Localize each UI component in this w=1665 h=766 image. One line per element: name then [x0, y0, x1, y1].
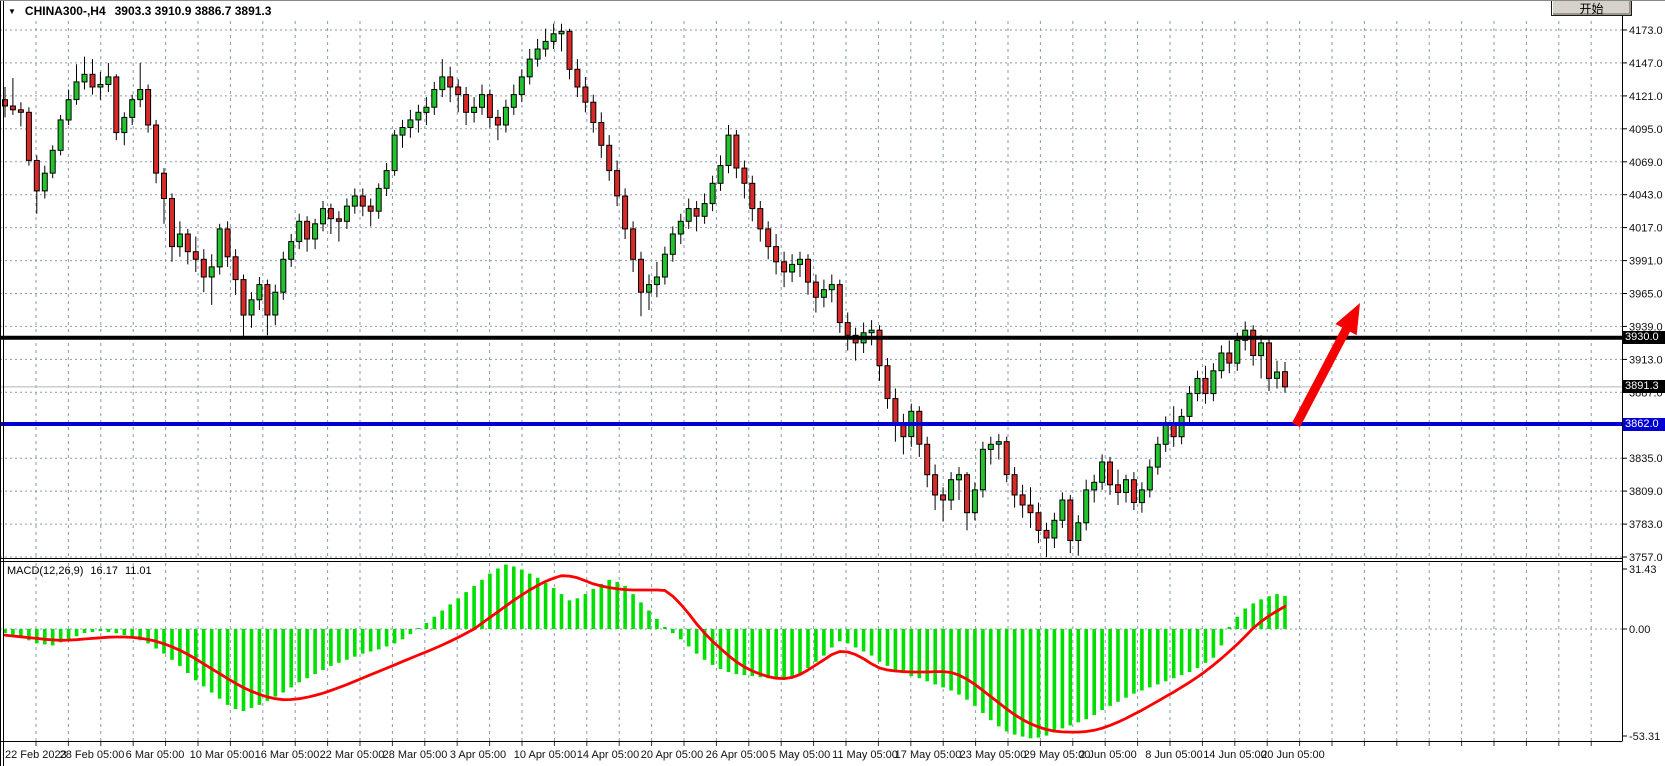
time-tick-label: 5 May 05:00 — [770, 749, 831, 761]
price-label-current-price: 3891.3 — [1623, 380, 1665, 393]
price-tick-label: 3991.0 — [1629, 256, 1663, 268]
time-tick-label: 20 Jun 05:00 — [1261, 749, 1325, 761]
time-tick-label: 6 Mar 05:00 — [126, 749, 185, 761]
symbol-timeframe-label: CHINA300-,H4 — [25, 4, 106, 18]
price-axis-labels: 4173.0 4147.0 4121.0 4095.0 4069.0 4043.0 4017… — [1622, 25, 1663, 564]
price-tick-label: 3783.0 — [1629, 519, 1663, 531]
price-label-resistance[interactable]: 3930.0 — [1623, 331, 1665, 344]
trend-arrow[interactable] — [1292, 303, 1360, 427]
time-tick-label: 20 Apr 05:00 — [641, 749, 703, 761]
time-tick-label: 11 May 05:00 — [832, 749, 898, 761]
price-tick-label: 4043.0 — [1629, 190, 1663, 202]
time-tick-label: 26 Apr 05:00 — [706, 749, 768, 761]
macd-indicator-label: MACD(12,26,9) 16.17 11.01 — [7, 565, 152, 577]
price-tick-label: 4017.0 — [1629, 223, 1663, 235]
price-tick-label: 3757.0 — [1629, 552, 1663, 564]
time-tick-label: 10 Apr 05:00 — [514, 749, 576, 761]
macd-name: MACD(12,26,9) — [7, 565, 83, 577]
price-tick-label: 4173.0 — [1629, 25, 1663, 37]
macd-main-value: 16.17 — [90, 565, 118, 577]
macd-signal-value: 11.01 — [125, 565, 152, 577]
start-button[interactable]: 开始 — [1551, 0, 1632, 16]
macd-tick-label: -53.31 — [1629, 731, 1660, 743]
time-tick-label: 23 May 05:00 — [960, 749, 1027, 761]
chart-canvas: 4173.0 4147.0 4121.0 4095.0 4069.0 4043.0 4017… — [0, 1, 1665, 766]
price-tick-label: 3809.0 — [1629, 486, 1663, 498]
time-tick-label: 14 Apr 05:00 — [577, 749, 639, 761]
price-tick-label: 4069.0 — [1629, 157, 1663, 169]
price-tick-label: 3835.0 — [1629, 453, 1663, 465]
macd-axis-labels: 31.43 0.00 -53.31 — [1622, 564, 1660, 743]
macd-tick-label: 0.00 — [1629, 624, 1650, 636]
time-tick-label: 14 Jun 05:00 — [1203, 749, 1267, 761]
time-tick-label: 17 May 05:00 — [895, 749, 962, 761]
time-tick-label: 22 Feb 2023 — [5, 749, 67, 761]
price-tick-label: 3965.0 — [1629, 289, 1663, 301]
price-tick-label: 4121.0 — [1629, 91, 1663, 103]
time-tick-label: 28 Mar 05:00 — [383, 749, 448, 761]
chart-title: ▼ CHINA300-,H4 3903.3 3910.9 3886.7 3891… — [8, 4, 271, 18]
price-tick-label: 3913.0 — [1629, 354, 1663, 366]
time-tick-label: 28 Feb 05:00 — [60, 749, 125, 761]
time-tick-label: 16 Mar 05:00 — [255, 749, 320, 761]
time-tick-label: 22 Mar 05:00 — [320, 749, 385, 761]
candlesticks — [3, 24, 1288, 557]
time-tick-label: 8 Jun 05:00 — [1145, 749, 1203, 761]
price-tick-label: 4095.0 — [1629, 124, 1663, 136]
price-tick-label: 4147.0 — [1629, 58, 1663, 70]
time-tick-label: 2 Jun 05:00 — [1079, 749, 1137, 761]
time-tick-label: 10 Mar 05:00 — [190, 749, 255, 761]
time-tick-label: 3 Apr 05:00 — [450, 749, 506, 761]
price-label-support[interactable]: 3862.0 — [1623, 418, 1665, 431]
macd-tick-label: 31.43 — [1629, 564, 1657, 576]
trading-chart-window: 4173.0 4147.0 4121.0 4095.0 4069.0 4043.0 4017… — [0, 0, 1665, 766]
time-axis: 22 Feb 202328 Feb 05:006 Mar 05:00 10 Mar… — [5, 742, 1591, 761]
ohlc-readout: 3903.3 3910.9 3886.7 3891.3 — [115, 4, 272, 18]
symbol-dropdown-icon[interactable]: ▼ — [8, 7, 16, 16]
